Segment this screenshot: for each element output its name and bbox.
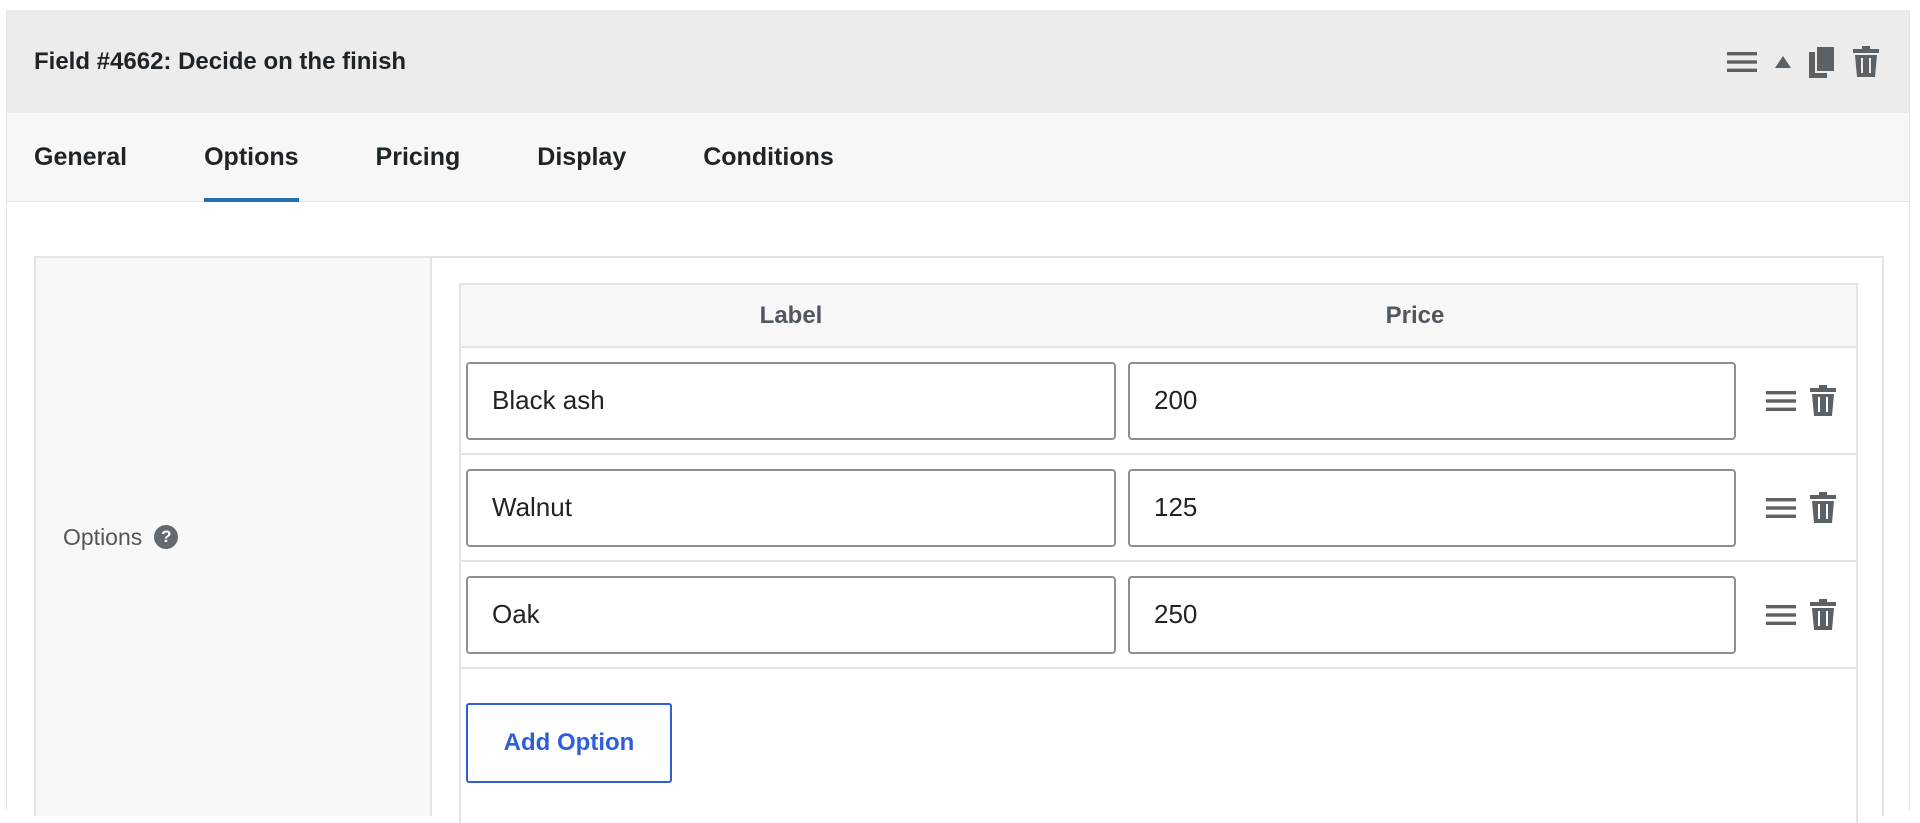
options-table: Label Price Black ash 200 Walnut 125 Oak…: [459, 283, 1858, 823]
field-panel: Field #4662: Decide on the finish Genera…: [6, 10, 1910, 823]
options-setting: Options ? Label Price Black ash 200 Waln…: [34, 256, 1884, 823]
tab-content: Options ? Label Price Black ash 200 Waln…: [7, 202, 1909, 823]
help-icon[interactable]: ?: [154, 525, 179, 549]
duplicate-icon[interactable]: [1809, 45, 1835, 78]
options-label: Options: [63, 523, 143, 550]
option-row: [461, 562, 1856, 669]
collapse-arrow-icon[interactable]: [1775, 55, 1791, 68]
option-price-input[interactable]: [1128, 575, 1736, 654]
tab-options[interactable]: Options: [204, 113, 299, 202]
column-header-price: Price: [1385, 301, 1445, 329]
tab-bar: General Options Pricing Display Conditio…: [7, 113, 1909, 202]
tab-pricing[interactable]: Pricing: [376, 113, 461, 201]
tab-display[interactable]: Display: [537, 113, 626, 201]
option-price-input[interactable]: [1128, 468, 1736, 547]
option-label-input[interactable]: [466, 361, 1116, 440]
add-option-button[interactable]: Add Option: [466, 703, 672, 783]
drag-handle-icon[interactable]: [1766, 604, 1796, 626]
column-header-label: Label: [759, 301, 823, 329]
tab-conditions[interactable]: Conditions: [703, 113, 834, 201]
option-label-input[interactable]: [466, 468, 1116, 547]
option-label-input[interactable]: [466, 575, 1116, 654]
options-label-column: Options ?: [36, 258, 432, 816]
header-actions: [1727, 45, 1879, 78]
option-price-input[interactable]: [1128, 361, 1736, 440]
row-actions: [1766, 492, 1836, 523]
field-header[interactable]: Field #4662: Decide on the finish: [7, 10, 1909, 113]
row-actions: [1766, 385, 1836, 416]
field-title: Field #4662: Decide on the finish: [34, 47, 407, 75]
option-row: [461, 348, 1856, 455]
trash-icon[interactable]: [1810, 492, 1836, 523]
row-actions: [1766, 599, 1836, 630]
trash-icon[interactable]: [1810, 599, 1836, 630]
option-row: [461, 455, 1856, 562]
options-area: Label Price Black ash 200 Walnut 125 Oak…: [432, 258, 1882, 823]
table-header: Label Price: [461, 285, 1856, 348]
tab-general[interactable]: General: [34, 113, 127, 201]
menu-icon[interactable]: [1727, 51, 1757, 73]
trash-icon[interactable]: [1810, 385, 1836, 416]
trash-icon[interactable]: [1853, 46, 1879, 77]
drag-handle-icon[interactable]: [1766, 390, 1796, 412]
drag-handle-icon[interactable]: [1766, 497, 1796, 519]
